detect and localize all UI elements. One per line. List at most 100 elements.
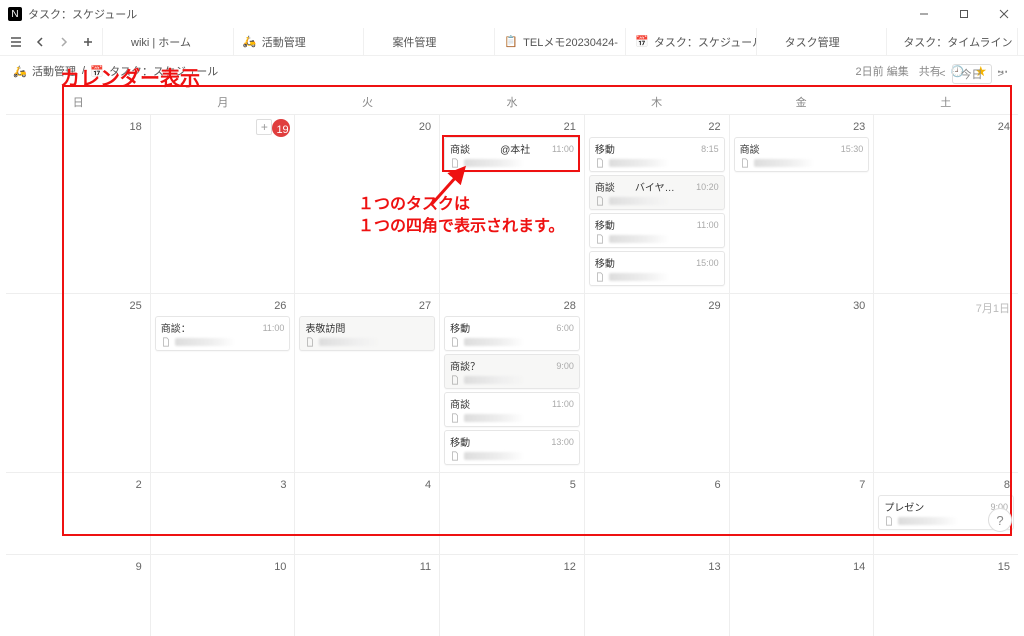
- day-number: 12: [444, 559, 580, 577]
- task-card[interactable]: 商談？9:00: [444, 354, 580, 389]
- day-number: 25: [10, 298, 146, 316]
- dow-header: 水: [440, 90, 585, 114]
- calendar-cell[interactable]: 12: [440, 555, 585, 636]
- calendar-cell[interactable]: 7月1日: [874, 294, 1018, 472]
- calendar-cell[interactable]: 18: [6, 115, 151, 293]
- calendar-cell[interactable]: 4: [295, 473, 440, 554]
- task-card[interactable]: 移動11:00: [589, 213, 725, 248]
- tab[interactable]: 🛵活動管理: [234, 28, 365, 55]
- task-card[interactable]: 商談11:00: [444, 392, 580, 427]
- day-number: 27: [299, 298, 435, 316]
- calendar-cell[interactable]: 10: [151, 555, 296, 636]
- doc-icon: [450, 337, 460, 347]
- tab-icon: 📋: [505, 36, 517, 48]
- task-card[interactable]: 移動8:15: [589, 137, 725, 172]
- hamburger-button[interactable]: [6, 32, 26, 52]
- calendar-row: 9101112 131415: [6, 554, 1018, 636]
- calendar-cell[interactable]: 14: [730, 555, 875, 636]
- day-number: 15: [878, 559, 1014, 577]
- calendar-cell[interactable]: 19+: [151, 115, 296, 293]
- task-card[interactable]: 商談 バイヤ…10:20: [589, 175, 725, 210]
- calendar-row: 2345678プレゼン9:00: [6, 472, 1018, 554]
- calendar-cell[interactable]: 23商談15:30: [730, 115, 875, 293]
- app-icon: N: [8, 7, 22, 21]
- calendar-cell[interactable]: 25: [6, 294, 151, 472]
- task-card[interactable]: 表敬訪問: [299, 316, 435, 351]
- task-title: 商談：: [161, 320, 259, 335]
- task-title: 移動: [450, 434, 547, 449]
- doc-icon: [884, 516, 894, 526]
- blurred-subtext: [754, 159, 814, 167]
- blurred-subtext: [464, 338, 524, 346]
- calendar-cell[interactable]: 9: [6, 555, 151, 636]
- task-time: 6:00: [556, 323, 574, 333]
- calendar-cell[interactable]: 15: [874, 555, 1018, 636]
- task-card[interactable]: 移動15:00: [589, 251, 725, 286]
- calendar-cell[interactable]: 5: [440, 473, 585, 554]
- calendar-cell[interactable]: 29: [585, 294, 730, 472]
- calendar-cell[interactable]: 7: [730, 473, 875, 554]
- tab-label: タスク管理: [785, 34, 840, 50]
- doc-icon: [450, 413, 460, 423]
- day-number: 19: [272, 119, 290, 137]
- day-number: 7: [734, 477, 870, 495]
- dow-header: 日: [6, 90, 151, 114]
- tab[interactable]: タスク管理: [757, 28, 888, 55]
- prev-period-button[interactable]: <: [939, 68, 945, 80]
- calendar-cell[interactable]: 26商談：11:00: [151, 294, 296, 472]
- window-close-button[interactable]: [984, 0, 1024, 28]
- help-button[interactable]: ?: [988, 508, 1012, 532]
- today-button[interactable]: 今日: [952, 64, 992, 84]
- day-number: 3: [155, 477, 291, 495]
- nav-back-button[interactable]: [30, 32, 50, 52]
- task-card[interactable]: 移動6:00: [444, 316, 580, 351]
- calendar-cell[interactable]: 24: [874, 115, 1018, 293]
- task-card[interactable]: 商談 @本社11:00: [444, 137, 580, 172]
- tab-icon: 📅: [636, 36, 648, 48]
- task-card[interactable]: 商談 15:30: [734, 137, 870, 172]
- day-number: 7月1日: [878, 298, 1014, 320]
- task-card[interactable]: 移動13:00: [444, 430, 580, 465]
- tab[interactable]: タスク：タイムライン: [887, 28, 1018, 55]
- new-tab-button[interactable]: [78, 32, 98, 52]
- tab-icon: 🛵: [244, 36, 256, 48]
- task-title: 商談: [740, 141, 837, 156]
- add-task-button[interactable]: +: [256, 119, 272, 135]
- calendar-cell[interactable]: 11: [295, 555, 440, 636]
- blurred-subtext: [609, 197, 669, 205]
- tab[interactable]: 📋TELメモ20230424-: [495, 28, 626, 55]
- day-number: 6: [589, 477, 725, 495]
- day-number: 18: [10, 119, 146, 137]
- blurred-subtext: [464, 452, 524, 460]
- calendar-cell[interactable]: 30: [730, 294, 875, 472]
- window-maximize-button[interactable]: [944, 0, 984, 28]
- calendar-cell[interactable]: 27 表敬訪問: [295, 294, 440, 472]
- blurred-subtext: [319, 338, 379, 346]
- task-title: 商談 バイヤ…: [595, 179, 692, 194]
- calendar-cell[interactable]: 3: [151, 473, 296, 554]
- tab[interactable]: wiki | ホーム: [102, 28, 234, 55]
- tab[interactable]: 📅タスク：スケジュール: [626, 28, 757, 55]
- task-title: プレゼン: [884, 499, 986, 514]
- nav-forward-button[interactable]: [54, 32, 74, 52]
- window-minimize-button[interactable]: [904, 0, 944, 28]
- doc-icon: [450, 451, 460, 461]
- doc-icon: [595, 196, 605, 206]
- tab[interactable]: 案件管理: [364, 28, 495, 55]
- calendar-cell[interactable]: 13: [585, 555, 730, 636]
- calendar-cell[interactable]: 22移動8:15商談 バイヤ…10:20移動11:00移動15:00: [585, 115, 730, 293]
- task-card[interactable]: 商談：11:00: [155, 316, 291, 351]
- day-number: 28: [444, 298, 580, 316]
- doc-icon: [450, 375, 460, 385]
- calendar-cell[interactable]: 28移動6:00商談？9:00商談11:00移動13:00: [440, 294, 585, 472]
- next-period-button[interactable]: >: [998, 68, 1004, 80]
- task-time: 9:00: [556, 361, 574, 371]
- doc-icon: [595, 158, 605, 168]
- task-title: 表敬訪問: [305, 320, 425, 335]
- calendar-cell[interactable]: 2: [6, 473, 151, 554]
- task-title: 移動: [595, 141, 697, 156]
- calendar-cell[interactable]: 6: [585, 473, 730, 554]
- doc-icon: [595, 234, 605, 244]
- blurred-subtext: [898, 517, 958, 525]
- task-time: 15:30: [841, 144, 864, 154]
